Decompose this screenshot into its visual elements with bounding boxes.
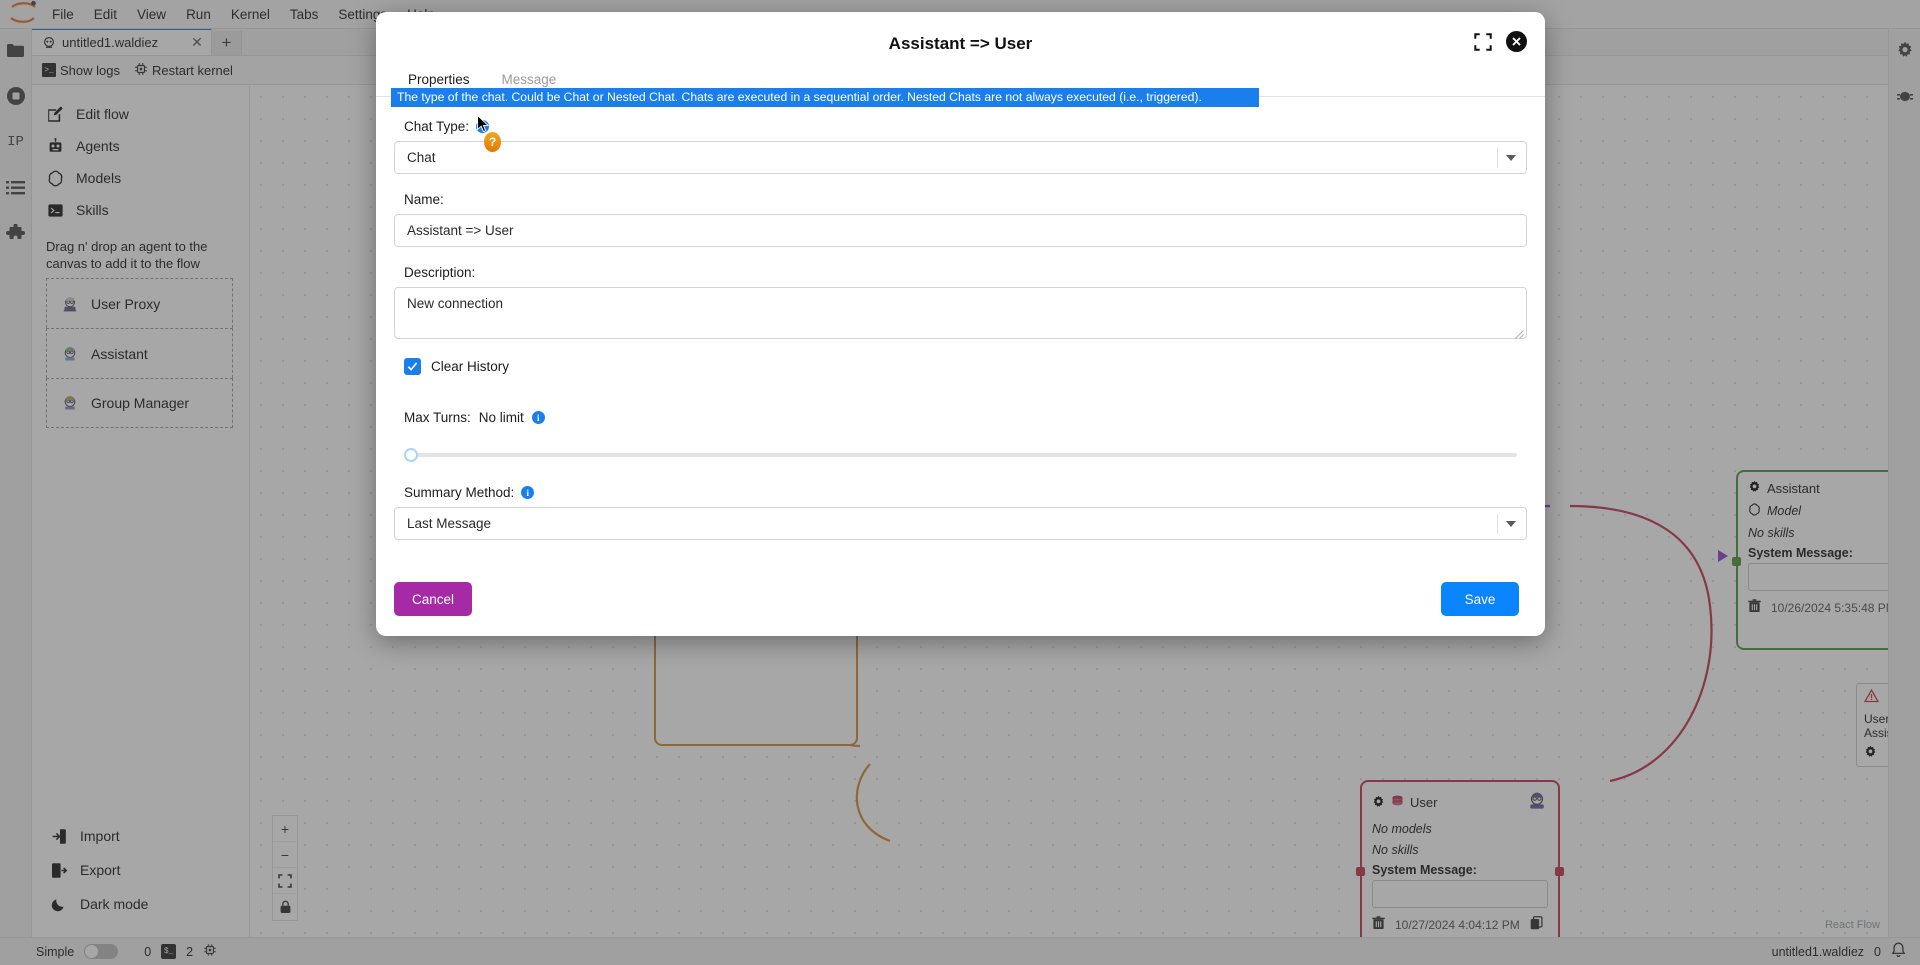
chat-type-value: Chat xyxy=(407,150,436,165)
chevron-down-icon xyxy=(1506,154,1516,161)
name-label: Name: xyxy=(404,192,444,207)
info-icon[interactable]: i xyxy=(531,411,545,424)
cancel-button[interactable]: Cancel xyxy=(394,582,472,616)
max-turns-value: No limit xyxy=(478,410,524,425)
slider-track xyxy=(404,453,1517,457)
save-button[interactable]: Save xyxy=(1441,582,1519,616)
resize-grip-icon[interactable] xyxy=(1515,327,1524,339)
clear-history-label: Clear History xyxy=(431,359,510,374)
slider-thumb[interactable] xyxy=(404,448,418,462)
modal-body: Chat Type: i Chat Name: Assistant => Use… xyxy=(376,97,1545,540)
select-divider xyxy=(1497,147,1498,168)
summary-method-select[interactable]: Last Message xyxy=(394,507,1527,540)
expand-icon[interactable] xyxy=(1474,32,1492,51)
summary-method-value: Last Message xyxy=(407,516,492,531)
summary-method-label-row: Summary Method: i xyxy=(404,485,1527,500)
modal-title: Assistant => User xyxy=(888,34,1033,53)
name-input[interactable]: Assistant => User xyxy=(394,214,1527,247)
name-label-row: Name: xyxy=(404,192,1527,207)
max-turns-label: Max Turns: xyxy=(404,410,471,425)
chat-type-label-row: Chat Type: i xyxy=(404,119,1527,134)
description-value: New connection xyxy=(407,296,504,311)
description-label-row: Description: xyxy=(404,265,1527,280)
chat-type-label: Chat Type: xyxy=(404,119,470,134)
description-textarea[interactable]: New connection xyxy=(394,287,1527,339)
clear-history-checkbox[interactable] xyxy=(404,358,421,375)
clear-history-row[interactable]: Clear History xyxy=(404,358,1527,375)
max-turns-row: Max Turns: No limit i xyxy=(404,410,1527,425)
max-turns-slider[interactable] xyxy=(404,448,1517,462)
modal-footer: Cancel Save xyxy=(376,562,1545,636)
chat-type-select[interactable]: Chat xyxy=(394,141,1527,174)
close-icon[interactable] xyxy=(1506,31,1527,52)
summary-method-label: Summary Method: xyxy=(404,485,515,500)
description-label: Description: xyxy=(404,265,476,280)
chat-properties-modal: Assistant => User Properties Message The… xyxy=(376,12,1545,636)
info-icon[interactable]: i xyxy=(521,486,535,499)
select-divider xyxy=(1497,513,1498,534)
mouse-cursor-icon xyxy=(477,115,489,133)
help-badge[interactable]: ? xyxy=(484,132,501,152)
name-value: Assistant => User xyxy=(407,223,514,238)
modal-window-actions xyxy=(1474,31,1527,52)
chevron-down-icon xyxy=(1506,520,1516,527)
